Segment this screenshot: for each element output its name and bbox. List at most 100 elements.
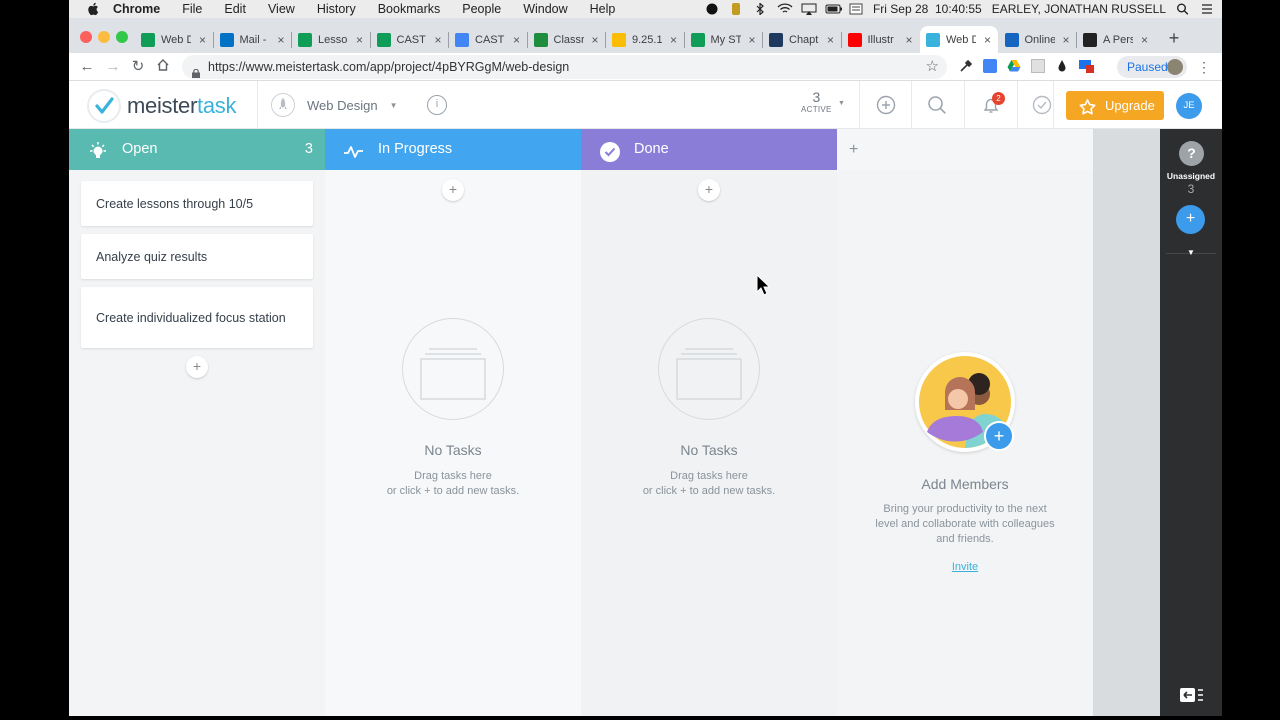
menubar-clock[interactable]: Fri Sep 28 10:40:55 xyxy=(873,2,982,16)
notifications-bell-icon[interactable]: 2 xyxy=(981,92,1005,115)
bluetooth-icon[interactable] xyxy=(753,2,767,16)
tab-close-icon[interactable]: × xyxy=(827,33,834,47)
tab-favicon-icon xyxy=(141,32,155,47)
add-task-done-button[interactable]: + xyxy=(698,179,720,201)
wifi-icon[interactable] xyxy=(777,3,793,15)
browser-tab[interactable]: Mail - × xyxy=(214,26,292,53)
project-info-button[interactable]: i xyxy=(427,95,447,115)
back-button[interactable]: ← xyxy=(78,58,96,76)
search-icon[interactable] xyxy=(927,95,947,115)
active-members-indicator[interactable]: 3 ACTIVE xyxy=(801,90,832,115)
column-inprogress-header[interactable]: In Progress xyxy=(325,129,581,170)
browser-tab[interactable]: Lesso × xyxy=(292,26,370,53)
app-header: meistertask Web Design ▼ i 3 ACTIVE ▼ 2 … xyxy=(69,81,1222,129)
reload-button[interactable]: ↻ xyxy=(129,58,147,76)
browser-tab[interactable]: A Pers × xyxy=(1077,26,1155,53)
tab-close-icon[interactable]: × xyxy=(513,33,520,47)
tab-close-icon[interactable]: × xyxy=(356,33,363,47)
chrome-menu-icon[interactable]: ⋮ xyxy=(1197,58,1211,76)
tab-close-icon[interactable]: × xyxy=(670,33,677,47)
status-circle-icon[interactable] xyxy=(705,3,719,15)
browser-tab[interactable]: Chapt × xyxy=(763,26,841,53)
menu-history[interactable]: History xyxy=(317,2,356,16)
browser-tab[interactable]: Classr × xyxy=(528,26,606,53)
column-open-header[interactable]: Open 3 xyxy=(69,129,325,170)
browser-tab[interactable]: CAST × xyxy=(449,26,527,53)
task-card[interactable]: Create lessons through 10/5 xyxy=(81,181,313,226)
close-window-button[interactable] xyxy=(80,31,92,43)
spotlight-icon[interactable] xyxy=(1176,3,1190,15)
menu-people[interactable]: People xyxy=(462,2,501,16)
add-task-icon[interactable] xyxy=(876,95,896,115)
tab-close-icon[interactable]: × xyxy=(1063,33,1070,47)
tab-close-icon[interactable]: × xyxy=(278,33,285,47)
task-card[interactable]: Create individualized focus station xyxy=(81,287,313,348)
new-tab-button[interactable]: + xyxy=(1164,28,1184,48)
active-dropdown-chevron-icon[interactable]: ▼ xyxy=(838,100,845,107)
tab-close-icon[interactable]: × xyxy=(1141,33,1148,47)
upgrade-button[interactable]: Upgrade xyxy=(1066,91,1164,120)
meistertask-logo[interactable]: meistertask xyxy=(87,89,236,123)
tab-title: Illustr xyxy=(867,33,894,46)
browser-tab[interactable]: Web D × xyxy=(920,26,998,53)
extension-translate-icon[interactable] xyxy=(983,59,997,73)
home-button[interactable] xyxy=(154,58,172,76)
address-url: https://www.meistertask.com/app/project/… xyxy=(208,60,570,74)
tab-close-icon[interactable]: × xyxy=(749,33,756,47)
tab-close-icon[interactable]: × xyxy=(906,33,913,47)
menu-bookmarks[interactable]: Bookmarks xyxy=(378,2,441,16)
bookmark-star-icon[interactable]: ☆ xyxy=(926,55,939,79)
extension-eyedropper-icon[interactable] xyxy=(959,59,973,73)
unassigned-label[interactable]: Unassigned xyxy=(1160,171,1222,181)
menu-help[interactable]: Help xyxy=(590,2,616,16)
invite-link[interactable]: Invite xyxy=(837,561,1093,573)
menu-edit[interactable]: Edit xyxy=(224,2,246,16)
address-bar[interactable]: https://www.meistertask.com/app/project/… xyxy=(182,55,947,79)
profile-paused-button[interactable]: Paused xyxy=(1117,56,1187,78)
notification-center-icon[interactable] xyxy=(1200,3,1214,15)
battery-icon[interactable] xyxy=(825,3,842,15)
add-section-button[interactable]: + xyxy=(849,141,858,159)
column-done-header[interactable]: Done xyxy=(581,129,837,170)
airplay-icon[interactable] xyxy=(801,3,817,15)
user-avatar[interactable]: JE xyxy=(1176,93,1202,119)
menu-file[interactable]: File xyxy=(182,2,202,16)
menu-app-name[interactable]: Chrome xyxy=(113,2,160,16)
extension-drop-icon[interactable] xyxy=(1055,59,1069,73)
browser-tab[interactable]: Web D × xyxy=(135,26,213,53)
browser-tab[interactable]: Online × xyxy=(999,26,1077,53)
tab-close-icon[interactable]: × xyxy=(435,33,442,47)
browser-tab[interactable]: Illustr × xyxy=(842,26,920,53)
browser-tab[interactable]: 9.25.1 × xyxy=(606,26,684,53)
apple-icon[interactable] xyxy=(85,2,101,16)
tab-close-icon[interactable]: × xyxy=(984,33,991,47)
add-assignee-button[interactable]: + xyxy=(1176,205,1205,234)
project-selector[interactable]: Web Design ▼ xyxy=(271,93,398,117)
lock-icon[interactable] xyxy=(192,62,200,78)
add-member-plus-button[interactable]: + xyxy=(984,421,1014,451)
flag-icon[interactable] xyxy=(849,3,863,15)
expand-chevron-down-icon[interactable]: ▼ xyxy=(1184,246,1198,260)
extension-screen-icon[interactable] xyxy=(1079,59,1095,73)
extension-page-icon[interactable] xyxy=(1031,59,1045,73)
help-question-icon[interactable]: ? xyxy=(1179,141,1204,166)
menu-view[interactable]: View xyxy=(268,2,295,16)
menubar-user[interactable]: EARLEY, JONATHAN RUSSELL xyxy=(992,2,1166,16)
tab-close-icon[interactable]: × xyxy=(199,33,206,47)
tab-close-icon[interactable]: × xyxy=(592,33,599,47)
tab-favicon-icon xyxy=(298,32,312,47)
menu-window[interactable]: Window xyxy=(523,2,567,16)
forward-button[interactable]: → xyxy=(104,58,122,76)
add-task-open-button[interactable]: + xyxy=(186,356,208,378)
minimize-window-button[interactable] xyxy=(98,31,110,43)
my-tasks-check-icon[interactable] xyxy=(1032,95,1052,115)
add-task-inprogress-button[interactable]: + xyxy=(442,179,464,201)
extension-drive-icon[interactable] xyxy=(1007,59,1021,73)
collapse-sidebar-icon[interactable] xyxy=(1180,687,1204,703)
shield-icon[interactable] xyxy=(729,3,743,15)
zoom-window-button[interactable] xyxy=(116,31,128,43)
task-card[interactable]: Analyze quiz results xyxy=(81,234,313,279)
browser-tab[interactable]: CAST × xyxy=(371,26,449,53)
no-tasks-title: No Tasks xyxy=(424,442,482,458)
browser-tab[interactable]: My ST × xyxy=(685,26,763,53)
